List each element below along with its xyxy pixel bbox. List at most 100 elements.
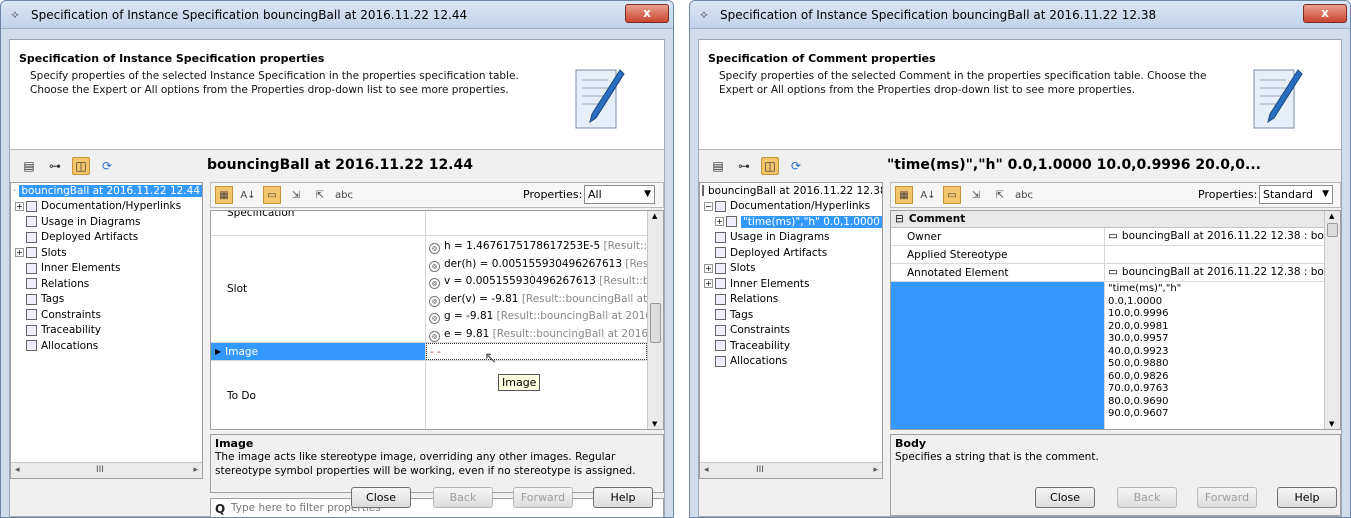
tree-item-documentation[interactable]: − Documentation/Hyperlinks — [700, 199, 882, 215]
abc-icon[interactable]: abc — [1015, 186, 1033, 204]
expand-icon[interactable]: + — [704, 279, 713, 289]
grid-vertical-scrollbar[interactable]: ▲ ▼ — [1324, 211, 1340, 429]
body-value[interactable]: "time(ms)","h" 0.0,1.0000 10.0,0.9996 20… — [1105, 282, 1324, 429]
scroll-left-icon[interactable]: ◂ — [15, 465, 20, 475]
slot-value-line[interactable]: ◎ v = 0.005155930496267613 [Result::bou — [429, 273, 647, 291]
grid-row-specification[interactable]: Specification — [211, 211, 647, 236]
properties-dropdown[interactable]: Standard ▼ — [1259, 185, 1333, 204]
title-bar[interactable]: ⟡ Specification of Instance Specificatio… — [1, 1, 673, 29]
title-bar[interactable]: ⟡ Specification of Instance Specificatio… — [690, 1, 1350, 29]
grouping-icon[interactable]: ▭ — [943, 186, 961, 204]
expand-all-icon[interactable]: ⇲ — [967, 186, 985, 204]
grid-row-todo[interactable]: To Do — [211, 361, 647, 429]
tree-item-slots[interactable]: + Slots — [700, 261, 882, 277]
scroll-right-icon[interactable]: ▸ — [873, 465, 878, 475]
tree-item-usage[interactable]: Usage in Diagrams — [11, 214, 202, 230]
grid-vertical-scrollbar[interactable]: ▲ ▼ — [647, 211, 663, 429]
scroll-grip[interactable]: III — [756, 465, 764, 475]
scroll-down-icon[interactable]: ▼ — [1329, 420, 1334, 428]
tree-item-constraints[interactable]: Constraints — [11, 307, 202, 323]
tree-item-allocations[interactable]: Allocations — [700, 354, 882, 370]
tree-item-inner[interactable]: Inner Elements — [11, 261, 202, 277]
tree-item-inner[interactable]: + Inner Elements — [700, 276, 882, 292]
tree-root[interactable]: · bouncingBall at 2016.11.22 12.44 — [11, 183, 202, 199]
category-tree[interactable]: bouncingBall at 2016.11.22 12.38 − Docume… — [699, 182, 883, 479]
expand-icon[interactable]: + — [15, 201, 24, 211]
abc-icon[interactable]: abc — [335, 186, 353, 204]
scroll-right-icon[interactable]: ▸ — [193, 465, 198, 475]
slot-value-line[interactable]: ◎ h = 1.4676175178617253E-5 [Result::bo — [429, 238, 647, 256]
tree-item-traceability[interactable]: Traceability — [700, 338, 882, 354]
tree-item-deployed[interactable]: Deployed Artifacts — [11, 230, 202, 246]
window-close-button[interactable]: x — [1303, 4, 1347, 23]
tree-item-documentation[interactable]: + Documentation/Hyperlinks — [11, 199, 202, 215]
tree-item-slots[interactable]: + Slots — [11, 245, 202, 261]
slot-value-line[interactable]: ◎ e = 9.81 [Result::bouncingBall at 2016.… — [429, 326, 647, 344]
collapse-icon[interactable]: ⊟ — [895, 213, 904, 225]
refresh-icon[interactable]: ⟳ — [98, 157, 116, 175]
tree-item-tags[interactable]: Tags — [700, 307, 882, 323]
grid-row-owner[interactable]: Owner ▭ bouncingBall at 2016.11.22 12.38 … — [891, 228, 1324, 246]
scroll-down-icon[interactable]: ▼ — [652, 420, 657, 428]
tree-horizontal-scrollbar[interactable]: ◂ III ▸ — [11, 462, 202, 478]
back-button[interactable]: Back — [433, 487, 493, 508]
expand-icon[interactable]: + — [715, 217, 724, 227]
tree-horizontal-scrollbar[interactable]: ◂ III ▸ — [700, 462, 882, 478]
sort-alpha-icon[interactable]: A↓ — [919, 186, 937, 204]
tree-root[interactable]: bouncingBall at 2016.11.22 12.38 — [700, 183, 882, 199]
grid-row-stereotype[interactable]: Applied Stereotype — [891, 246, 1324, 264]
scroll-grip[interactable]: III — [96, 465, 104, 475]
annotated-value[interactable]: ▭ bouncingBall at 2016.11.22 12.38 : boun — [1105, 264, 1324, 281]
forward-button[interactable]: Forward — [513, 487, 573, 508]
collapse-all-icon[interactable]: ⇱ — [991, 186, 1009, 204]
tree-item-traceability[interactable]: Traceability — [11, 323, 202, 339]
owner-value[interactable]: ▭ bouncingBall at 2016.11.22 12.38 : bo..… — [1105, 228, 1324, 245]
forward-button[interactable]: Forward — [1197, 487, 1257, 508]
properties-grid[interactable]: ⊟ Comment Owner ▭ bouncingBall at 2016.11.… — [890, 210, 1341, 430]
section-header[interactable]: ⊟ Comment — [891, 211, 1324, 228]
tree-item-usage[interactable]: Usage in Diagrams — [700, 230, 882, 246]
close-button[interactable]: Close — [1035, 487, 1095, 508]
list-view-icon[interactable]: ▤ — [709, 157, 727, 175]
help-button[interactable]: Help — [1277, 487, 1337, 508]
slot-value-line[interactable]: ◎ der(v) = -9.81 [Result::bouncingBall at… — [429, 291, 647, 309]
collapse-icon[interactable]: − — [704, 201, 713, 211]
window-close-button[interactable]: x — [625, 4, 669, 23]
tree-view-icon[interactable]: ⊶ — [735, 157, 753, 175]
expand-all-icon[interactable]: ⇲ — [287, 186, 305, 204]
tree-item-tags[interactable]: Tags — [11, 292, 202, 308]
sort-alpha-icon[interactable]: A↓ — [239, 186, 257, 204]
close-button[interactable]: Close — [351, 487, 411, 508]
grid-row-slot[interactable]: Slot ◎ h = 1.4676175178617253E-5 [Result:… — [211, 236, 647, 343]
list-view-icon[interactable]: ▤ — [20, 157, 38, 175]
scroll-thumb[interactable] — [650, 303, 661, 343]
slot-value-line[interactable]: ◎ g = -9.81 [Result::bouncingBall at 2016… — [429, 308, 647, 326]
tree-item-constraints[interactable]: Constraints — [700, 323, 882, 339]
row-value[interactable] — [1105, 246, 1324, 263]
row-value[interactable] — [426, 361, 647, 429]
image-value-cell[interactable]: - - — [426, 343, 647, 360]
row-value[interactable] — [426, 211, 647, 235]
tree-item-deployed[interactable]: Deployed Artifacts — [700, 245, 882, 261]
tree-item-relations[interactable]: Relations — [11, 276, 202, 292]
categorized-icon[interactable]: ▦ — [895, 186, 913, 204]
tree-item-allocations[interactable]: Allocations — [11, 338, 202, 354]
help-button[interactable]: Help — [593, 487, 653, 508]
categorized-icon[interactable]: ▦ — [215, 186, 233, 204]
grouping-icon[interactable]: ▭ — [263, 186, 281, 204]
scroll-up-icon[interactable]: ▲ — [1329, 212, 1334, 220]
scroll-left-icon[interactable]: ◂ — [704, 465, 709, 475]
collapse-all-icon[interactable]: ⇱ — [311, 186, 329, 204]
tree-item-relations[interactable]: Relations — [700, 292, 882, 308]
grid-row-image[interactable]: ▶ Image - - — [211, 343, 647, 361]
scroll-thumb[interactable] — [1327, 223, 1338, 237]
expand-icon[interactable]: + — [15, 248, 24, 258]
refresh-icon[interactable]: ⟳ — [787, 157, 805, 175]
tree-view-icon[interactable]: ⊶ — [46, 157, 64, 175]
grid-row-annotated[interactable]: Annotated Element ▭ bouncingBall at 2016.… — [891, 264, 1324, 282]
expand-icon[interactable]: + — [704, 263, 713, 273]
grid-row-body[interactable]: "time(ms)","h" 0.0,1.0000 10.0,0.9996 20… — [891, 282, 1324, 429]
compact-view-icon[interactable]: ◫ — [761, 157, 779, 175]
properties-grid[interactable]: Specification Slot ◎ h = 1.46761751786172… — [210, 210, 664, 430]
slot-values[interactable]: ◎ h = 1.4676175178617253E-5 [Result::bo ◎… — [426, 236, 647, 342]
